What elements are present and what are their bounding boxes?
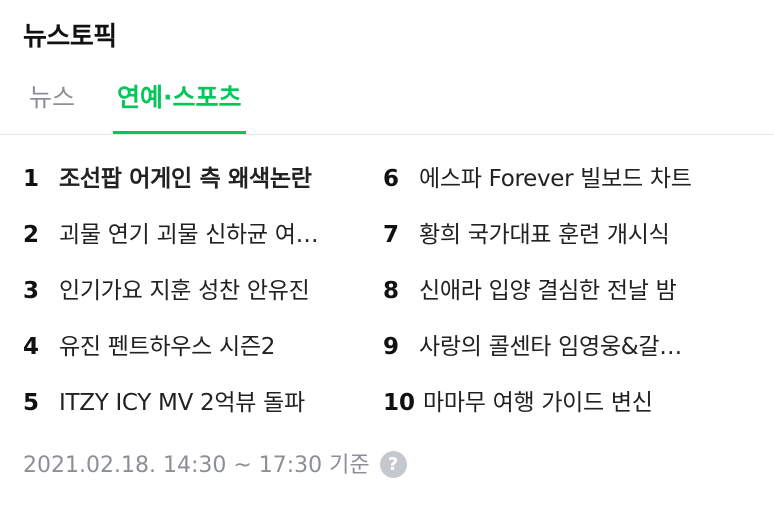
topic-item-8[interactable]: 8 신애라 입양 결심한 전날 밤 (383, 263, 677, 319)
news-topic-panel: 뉴스토픽 뉴스 연예·스포츠 1 조선팝 어게인 측 왜색논란 2 괴물 연기 괴물… (0, 0, 774, 512)
topic-text: 유진 펜트하우스 시즌2 (59, 334, 276, 360)
topic-text: 에스파 Forever 빌보드 차트 (419, 166, 692, 192)
topic-text: 인기가요 지훈 성찬 안유진 (59, 278, 310, 304)
topic-item-2[interactable]: 2 괴물 연기 괴물 신하균 여진구 (23, 207, 334, 263)
timestamp-text: 2021.02.18. 14:30 ~ 17:30 기준 (23, 453, 370, 478)
topic-rank: 5 (23, 390, 40, 416)
topic-rank: 9 (383, 334, 400, 360)
topic-text: ITZY ICY MV 2억뷰 돌파 (59, 390, 305, 416)
topic-text: 황희 국가대표 훈련 개시식 (419, 222, 670, 248)
topic-rank: 8 (383, 278, 400, 304)
topic-text: 마마무 여행 가이드 변신 (423, 390, 653, 416)
topic-item-4[interactable]: 4 유진 펜트하우스 시즌2 (23, 319, 275, 375)
topic-text: 조선팝 어게인 측 왜색논란 (59, 166, 312, 192)
topic-item-5[interactable]: 5 ITZY ICY MV 2억뷰 돌파 (23, 375, 305, 431)
update-time: 2021.02.18. 14:30 ~ 17:30 기준? (23, 446, 407, 486)
panel-title: 뉴스토픽 (23, 22, 117, 52)
topic-rank: 7 (383, 222, 400, 248)
tab-bar: 뉴스 연예·스포츠 (0, 78, 774, 135)
topic-text: 신애라 입양 결심한 전날 밤 (419, 278, 677, 304)
topic-rank: 2 (23, 222, 40, 248)
topic-item-1[interactable]: 1 조선팝 어게인 측 왜색논란 (23, 151, 312, 207)
topic-item-3[interactable]: 3 인기가요 지훈 성찬 안유진 (23, 263, 310, 319)
tab-news[interactable]: 뉴스 (29, 78, 75, 133)
tab-entertainment-sports[interactable]: 연예·스포츠 (113, 78, 246, 134)
topic-rank: 3 (23, 278, 40, 304)
topic-rank: 6 (383, 166, 400, 192)
question-mark-icon[interactable]: ? (379, 450, 407, 478)
topic-item-9[interactable]: 9 사랑의 콜센타 임영웅&갈라쇼 (383, 319, 697, 375)
topic-rank: 10 (383, 390, 416, 416)
topic-item-6[interactable]: 6 에스파 Forever 빌보드 차트 (383, 151, 692, 207)
topic-item-10[interactable]: 10 마마무 여행 가이드 변신 (383, 375, 653, 431)
topic-item-7[interactable]: 7 황희 국가대표 훈련 개시식 (383, 207, 670, 263)
topic-text: 괴물 연기 괴물 신하균 여진구 (59, 222, 334, 248)
topic-text: 사랑의 콜센타 임영웅&갈라쇼 (419, 334, 697, 360)
topic-rank: 1 (23, 166, 40, 192)
topic-rank: 4 (23, 334, 40, 360)
